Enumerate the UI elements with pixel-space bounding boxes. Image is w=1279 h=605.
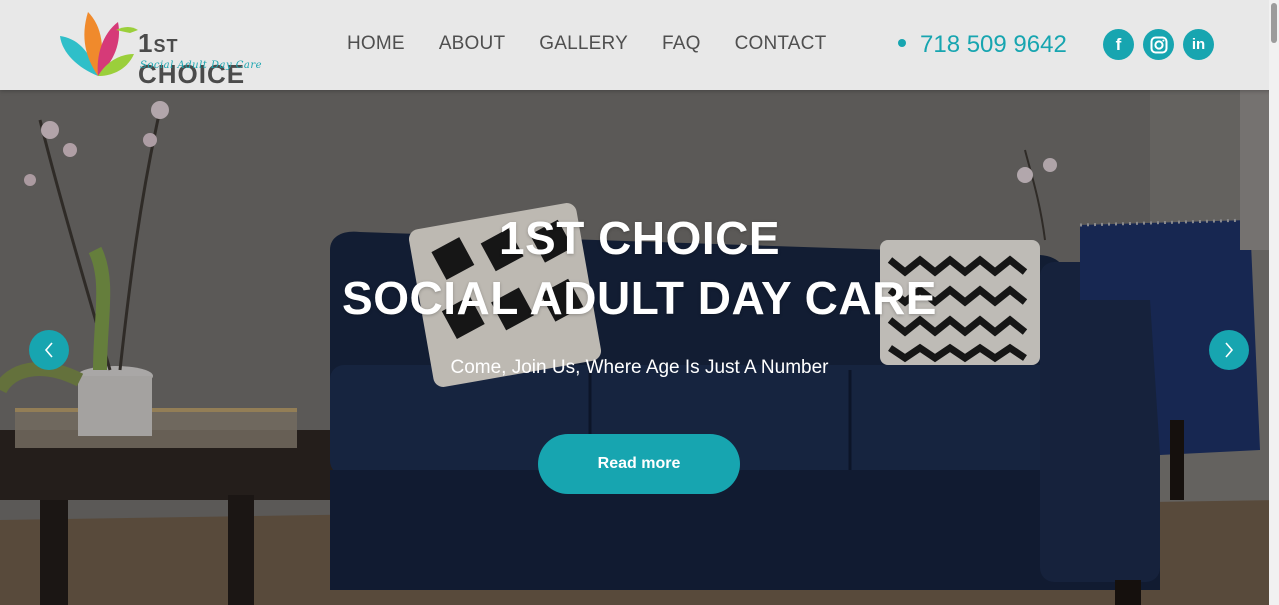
main-navigation: HOME ABOUT GALLERY FAQ CONTACT xyxy=(330,33,843,55)
butterfly-logo-icon xyxy=(60,12,138,76)
hero-title-line-2: SOCIAL ADULT DAY CARE xyxy=(342,272,937,324)
phone-link[interactable]: 718 509 9642 xyxy=(898,31,1067,59)
nav-item-gallery[interactable]: GALLERY xyxy=(539,33,628,55)
page-scrollbar[interactable] xyxy=(1269,0,1279,605)
bullet-dot-icon xyxy=(898,38,906,47)
nav-item-faq[interactable]: FAQ xyxy=(662,33,701,55)
slider-prev-button[interactable] xyxy=(29,330,69,370)
brand-name: 1ST CHOICE xyxy=(138,28,246,89)
slider-next-button[interactable] xyxy=(1209,330,1249,370)
facebook-icon[interactable]: f xyxy=(1103,29,1134,60)
scrollbar-thumb[interactable] xyxy=(1271,3,1277,43)
brand-logo[interactable]: 1ST CHOICE Social Adult Day Care xyxy=(58,8,268,89)
nav-item-contact[interactable]: CONTACT xyxy=(735,33,827,55)
site-header: 1ST CHOICE Social Adult Day Care HOME AB… xyxy=(0,0,1279,90)
chevron-left-icon xyxy=(44,342,53,358)
chevron-right-icon xyxy=(1225,342,1234,358)
brand-tagline: Social Adult Day Care xyxy=(140,60,263,71)
social-links: f in xyxy=(1103,29,1223,60)
linkedin-icon[interactable]: in xyxy=(1183,29,1214,60)
nav-item-about[interactable]: ABOUT xyxy=(439,33,505,55)
nav-item-home[interactable]: HOME xyxy=(347,33,405,55)
phone-number: 718 509 9642 xyxy=(920,31,1067,58)
hero-title-line-1: 1ST CHOICE xyxy=(498,212,781,264)
hero-subtitle: Come, Join Us, Where Age Is Just A Numbe… xyxy=(450,357,829,378)
instagram-icon[interactable] xyxy=(1143,29,1174,60)
read-more-button[interactable]: Read more xyxy=(538,434,740,494)
hero-title: 1ST CHOICE SOCIAL ADULT DAY CARE xyxy=(0,208,1279,328)
